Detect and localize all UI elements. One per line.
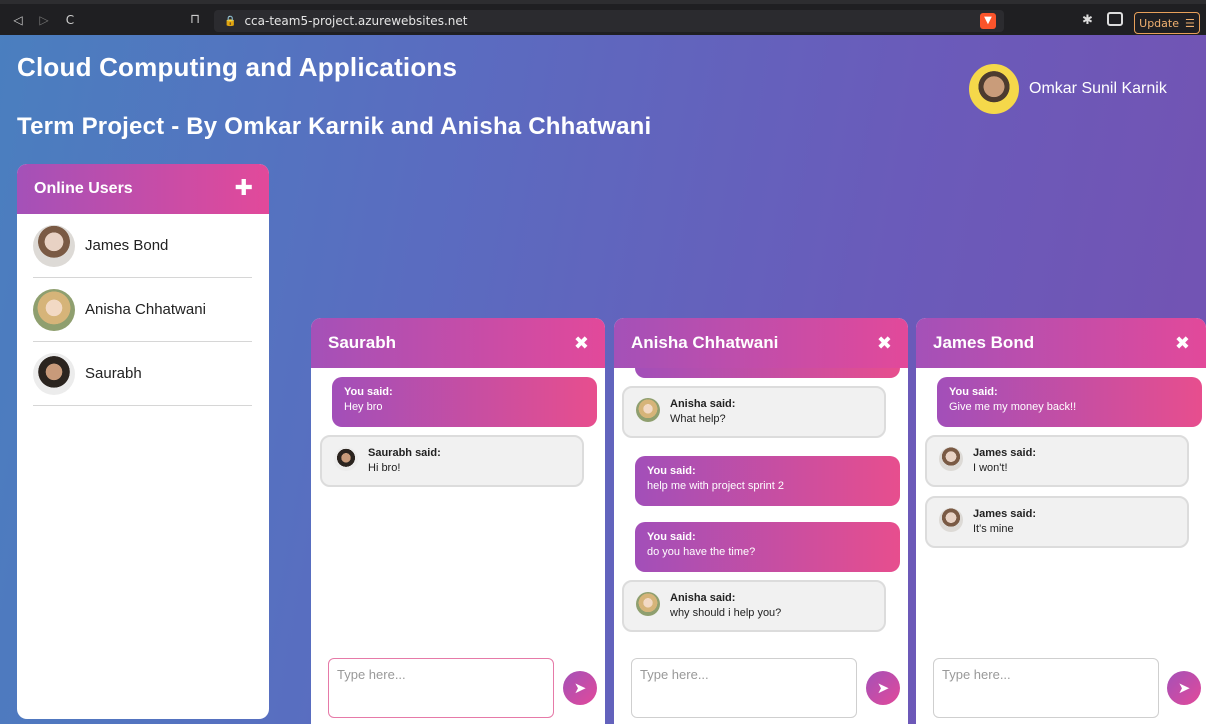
wallet-icon[interactable] [1107,12,1123,26]
message-sender: You said: [647,465,696,477]
message-sender: Anisha said: [670,592,736,604]
chat-window-anisha-chhatwani: Anisha Chhatwani ✖ Anisha said: What hel… [614,318,908,724]
chat-title: James Bond [933,333,1035,352]
message-text: do you have the time? [647,546,756,558]
online-users-header: Online Users ✚ [17,164,269,214]
message-text: What help? [670,413,726,425]
address-bar[interactable]: 🔒 cca-team5-project.azurewebsites.net ▼ [214,10,1004,32]
chat-header: Saurabh ✖ [311,318,605,368]
user-item-label: James Bond [85,237,169,254]
send-icon: ➤ [1177,679,1191,697]
message-input[interactable]: Type here... [631,658,857,718]
lock-icon: 🔒 [224,15,237,27]
message-sent: You said: do you have the time? [635,522,900,572]
chat-title: Saurabh [328,333,397,352]
update-button[interactable]: Update ☰ [1134,12,1200,34]
send-icon: ➤ [876,679,890,697]
avatar [939,447,963,471]
user-item-saurabh[interactable]: Saurabh [33,342,252,406]
message-text: Hey bro [344,401,383,413]
chat-title: Anisha Chhatwani [631,333,779,352]
online-users-title: Online Users [34,180,133,197]
avatar [636,592,660,616]
online-users-panel: Online Users ✚ James Bond Anisha Chhatwa… [17,164,269,719]
message-input[interactable]: Type here... [933,658,1159,718]
chat-header: Anisha Chhatwani ✖ [614,318,908,368]
back-icon[interactable]: ◁ [10,13,26,27]
message-sent: You said: Give me my money back!! [937,377,1202,427]
brave-shield-icon[interactable]: ▼ [980,13,996,29]
avatar [969,64,1019,114]
user-item-label: Saurabh [85,365,142,382]
message-list[interactable]: You said: Hey bro Saurabh said: Hi bro! [311,368,605,648]
avatar [334,447,358,471]
message-received: James said: It's mine [925,496,1189,548]
user-item-label: Anisha Chhatwani [85,301,206,318]
message-sender: Saurabh said: [368,447,441,459]
close-icon[interactable]: ✖ [1175,333,1190,354]
message-input[interactable]: Type here... [328,658,554,718]
message-text: Give me my money back!! [949,401,1077,413]
close-icon[interactable]: ✖ [877,333,892,354]
send-button[interactable]: ➤ [866,671,900,705]
message-received: Anisha said: why should i help you? [622,580,886,632]
chat-window-saurabh: Saurabh ✖ You said: Hey bro Saurabh said… [311,318,605,724]
message-received: James said: I won't! [925,435,1189,487]
current-user[interactable]: Omkar Sunil Karnik [969,64,1167,114]
chat-header: James Bond ✖ [916,318,1206,368]
close-icon[interactable]: ✖ [574,333,589,354]
chat-window-james-bond: James Bond ✖ You said: Give me my money … [916,318,1206,724]
message-sender: Anisha said: [670,398,736,410]
message-sent: You said: Hey bro [332,377,597,427]
message-list[interactable]: You said: Give me my money back!! James … [916,368,1206,648]
forward-icon[interactable]: ▷ [36,13,52,27]
message-received: Saurabh said: Hi bro! [320,435,584,487]
message-sender: James said: [973,508,1036,520]
message-sent: You said: help me with project sprint 2 [635,456,900,506]
send-button[interactable]: ➤ [563,671,597,705]
message-text: help me with project sprint 2 [647,480,784,492]
user-item-anisha-chhatwani[interactable]: Anisha Chhatwani [33,278,252,342]
message-text: Hi bro! [368,462,401,474]
avatar [33,352,75,395]
avatar [33,224,75,267]
send-icon: ➤ [573,679,587,697]
page-subtitle: Term Project - By Omkar Karnik and Anish… [17,113,652,140]
reload-icon[interactable]: C [62,13,78,27]
message-text: It's mine [973,523,1014,535]
extensions-icon[interactable]: ✱ [1082,13,1093,28]
send-button[interactable]: ➤ [1167,671,1201,705]
message-sender: You said: [647,531,696,543]
message-sent-partial [635,368,900,378]
menu-icon: ☰ [1184,16,1195,30]
avatar [636,398,660,422]
plus-icon[interactable]: ✚ [235,178,253,200]
message-text: why should i help you? [670,607,782,619]
url-text: cca-team5-project.azurewebsites.net [244,14,468,28]
message-list[interactable]: Anisha said: What help? You said: help m… [614,368,908,648]
avatar [33,288,75,331]
browser-toolbar: ◁ ▷ C ⊓ 🔒 cca-team5-project.azurewebsite… [0,0,1206,35]
message-sender: You said: [344,386,393,398]
page-title: Cloud Computing and Applications [17,52,458,82]
message-sender: You said: [949,386,998,398]
bookmark-icon[interactable]: ⊓ [190,12,200,27]
user-item-james-bond[interactable]: James Bond [33,214,252,278]
avatar [939,508,963,532]
message-text: I won't! [973,462,1008,474]
update-label: Update [1139,16,1179,30]
current-user-name: Omkar Sunil Karnik [1029,80,1167,97]
message-received: Anisha said: What help? [622,386,886,438]
message-sender: James said: [973,447,1036,459]
